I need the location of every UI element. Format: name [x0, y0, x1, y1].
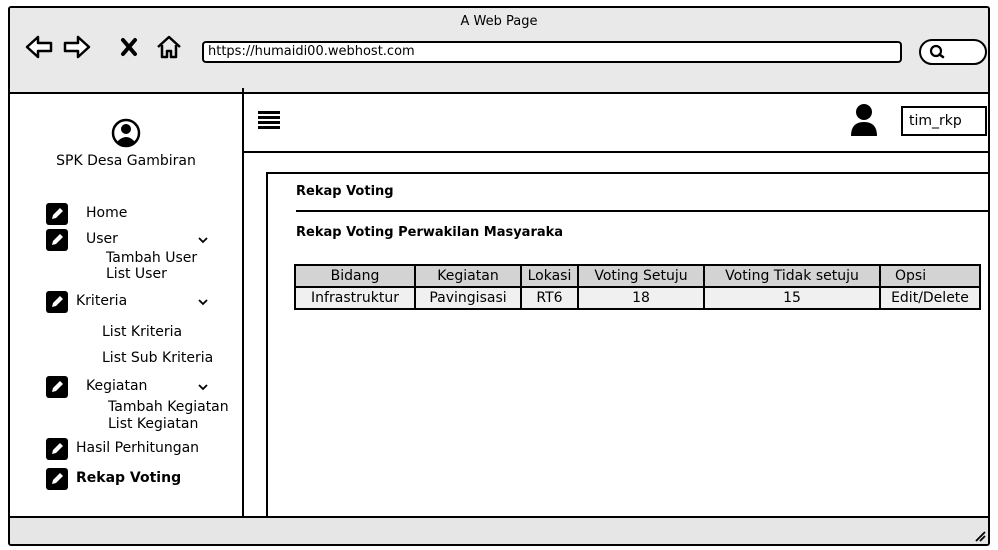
- page-title: Rekap Voting: [296, 184, 394, 199]
- cell-kegiatan: Pavingisasi: [414, 286, 522, 310]
- edit-delete-link[interactable]: Edit/Delete: [879, 286, 981, 310]
- sidebar-subitem-list-sub-kriteria[interactable]: List Sub Kriteria: [102, 350, 213, 366]
- sidebar-item-home[interactable]: Home: [46, 203, 236, 225]
- header-divider: [244, 151, 988, 153]
- col-header-bidang: Bidang: [294, 264, 416, 288]
- url-bar[interactable]: https://humaidi00.webhost.com: [202, 41, 902, 63]
- browser-chrome: A Web Page https://humaidi00.webhost.com: [10, 8, 988, 94]
- sidebar-item-rekap-voting[interactable]: Rekap Voting: [46, 468, 236, 490]
- section-title: Rekap Voting Perwakilan Masyaraka: [296, 225, 564, 240]
- table-header-row: Bidang Kegiatan Lokasi Voting Setuju Vot…: [294, 264, 981, 288]
- chevron-down-icon: [198, 299, 208, 306]
- user-icon: [851, 104, 877, 136]
- col-header-lokasi: Lokasi: [520, 264, 579, 288]
- col-header-voting-tidak-setuju: Voting Tidak setuju: [703, 264, 881, 288]
- sidebar-subitem-list-kriteria[interactable]: List Kriteria: [102, 324, 182, 340]
- sidebar-subitem-tambah-user[interactable]: Tambah User: [106, 250, 197, 266]
- hamburger-icon[interactable]: [258, 111, 280, 129]
- arrow-left-icon: [25, 35, 53, 59]
- sidebar-subitem-list-kegiatan[interactable]: List Kegiatan: [108, 416, 198, 432]
- title-divider: [296, 210, 988, 212]
- col-header-voting-setuju: Voting Setuju: [577, 264, 705, 288]
- pencil-icon: [46, 468, 68, 490]
- pencil-icon: [46, 203, 68, 225]
- sidebar-subitem-tambah-kegiatan[interactable]: Tambah Kegiatan: [108, 399, 229, 415]
- window-title: A Web Page: [460, 14, 538, 29]
- pencil-icon: [46, 229, 68, 251]
- home-button[interactable]: [154, 34, 184, 60]
- sidebar-item-label: Kegiatan: [86, 378, 148, 394]
- stop-button[interactable]: [114, 34, 144, 60]
- browser-window: A Web Page https://humaidi00.webhost.com: [8, 6, 990, 546]
- chevron-down-icon: [198, 384, 208, 391]
- arrow-right-icon: [63, 35, 91, 59]
- cell-lokasi: RT6: [520, 286, 579, 310]
- sidebar-item-label: Rekap Voting: [76, 470, 182, 486]
- sidebar-item-kriteria[interactable]: Kriteria: [46, 291, 236, 313]
- close-icon: [121, 38, 137, 56]
- avatar-icon: [111, 118, 141, 148]
- brand-name: SPK Desa Gambiran: [56, 153, 196, 169]
- search-icon: [929, 44, 945, 59]
- pencil-icon: [46, 438, 68, 460]
- cell-bidang: Infrastruktur: [294, 286, 416, 310]
- col-header-kegiatan: Kegiatan: [414, 264, 522, 288]
- content-card: Rekap Voting Rekap Voting Perwakilan Mas…: [266, 172, 988, 518]
- cell-voting-tidak-setuju: 15: [703, 286, 881, 310]
- cell-voting-setuju: 18: [577, 286, 705, 310]
- pencil-icon: [46, 291, 68, 313]
- col-header-opsi: Opsi: [879, 264, 981, 288]
- sidebar-item-user[interactable]: User: [46, 229, 236, 251]
- forward-button[interactable]: [62, 34, 92, 60]
- sidebar-item-label: User: [86, 231, 118, 247]
- back-button[interactable]: [24, 34, 54, 60]
- sidebar-item-label: Kriteria: [76, 293, 128, 309]
- sidebar-item-kegiatan[interactable]: Kegiatan: [46, 376, 236, 398]
- pencil-icon: [46, 376, 68, 398]
- resize-grip-icon[interactable]: [972, 528, 986, 542]
- chevron-down-icon: [198, 237, 208, 244]
- home-icon: [157, 35, 181, 59]
- search-button[interactable]: [919, 39, 987, 65]
- sidebar-item-label: Home: [86, 205, 128, 221]
- table-row: Infrastruktur Pavingisasi RT6 18 15 Edit…: [294, 286, 981, 310]
- sidebar-subitem-list-user[interactable]: List User: [106, 266, 167, 282]
- username-box[interactable]: tim_rkp: [901, 106, 987, 136]
- sidebar-item-label: Hasil Perhitungan: [76, 440, 200, 456]
- status-bar: [10, 516, 988, 544]
- sidebar-item-hasil-perhitungan[interactable]: Hasil Perhitungan: [46, 438, 236, 460]
- voting-table: Bidang Kegiatan Lokasi Voting Setuju Vot…: [294, 264, 981, 310]
